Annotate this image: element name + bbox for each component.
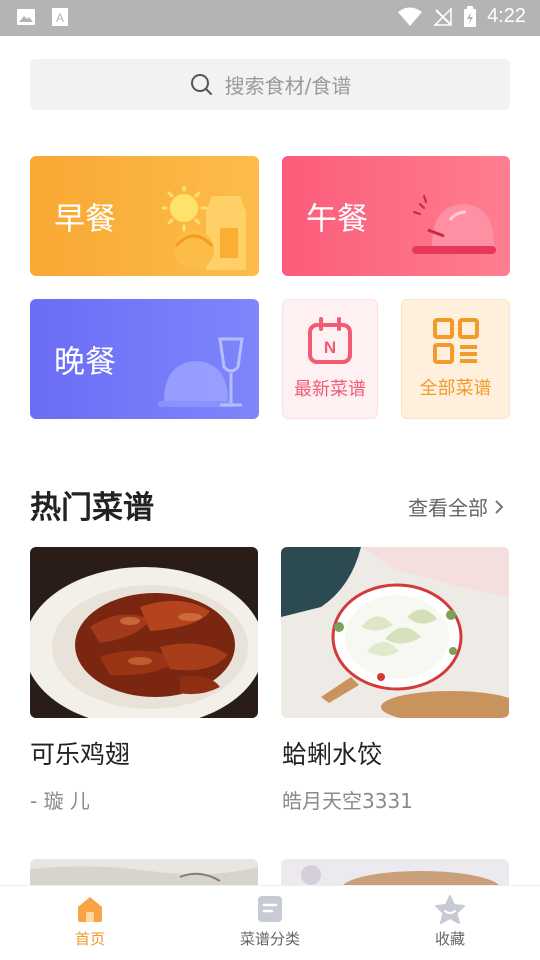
search-bar[interactable]: 搜索食材/食谱 [30, 59, 510, 110]
image-notification-icon [17, 9, 35, 25]
newest-recipes-tile[interactable]: N 最新菜谱 [282, 299, 378, 419]
lunch-icon [412, 195, 496, 254]
dinner-label: 晚餐 [54, 344, 116, 381]
nav-category-label: 菜谱分类 [239, 930, 300, 948]
all-recipes-tile[interactable]: 全部菜谱 [401, 299, 510, 419]
calendar-new-icon: N [308, 317, 352, 364]
search-placeholder: 搜索食材/食谱 [224, 74, 352, 98]
status-bar: A 4:22 [0, 0, 540, 36]
view-all-link[interactable]: 查看全部 [408, 492, 504, 521]
dinner-card[interactable]: 晚餐 [30, 299, 259, 419]
no-signal-icon [433, 6, 452, 26]
dinner-icon [158, 337, 244, 407]
recipe-image-cola-chicken-wings[interactable] [30, 547, 258, 718]
category-icon [258, 896, 282, 922]
all-recipes-label: 全部菜谱 [419, 378, 492, 399]
bottom-navigation: 首页 菜谱分类 收藏 [0, 885, 540, 960]
star-icon [435, 895, 465, 924]
search-icon [190, 73, 212, 95]
chevron-right-icon [495, 499, 504, 514]
battery-charging-icon [464, 5, 477, 27]
recipe-author: 皓月天空3331 [282, 789, 413, 813]
grid-list-icon [432, 318, 479, 364]
newest-recipes-label: 最新菜谱 [294, 379, 366, 400]
hot-recipes-title: 热门菜谱 [30, 490, 154, 526]
nav-favorites-label: 收藏 [434, 930, 465, 948]
recipe-image-clam-dumplings[interactable] [281, 547, 509, 718]
wifi-icon [398, 7, 423, 26]
nav-favorites[interactable]: 收藏 [390, 894, 510, 949]
svg-text:N: N [324, 338, 336, 357]
nav-category[interactable]: 菜谱分类 [210, 894, 330, 949]
breakfast-icon [162, 186, 246, 270]
nav-home-label: 首页 [74, 930, 105, 948]
breakfast-label: 早餐 [54, 201, 116, 238]
lunch-card[interactable]: 午餐 [282, 156, 510, 276]
lunch-label: 午餐 [306, 201, 368, 238]
view-all-label: 查看全部 [408, 496, 488, 520]
recipe-author: - 璇 儿 [30, 789, 90, 813]
nav-home[interactable]: 首页 [30, 894, 150, 949]
text-notification-icon: A [52, 8, 68, 26]
breakfast-card[interactable]: 早餐 [30, 156, 259, 276]
recipe-title[interactable]: 可乐鸡翅 [30, 735, 130, 771]
home-icon [78, 897, 102, 922]
svg-text:A: A [56, 11, 64, 25]
status-time: 4:22 [487, 5, 526, 27]
recipe-title[interactable]: 蛤蜊水饺 [282, 735, 382, 771]
